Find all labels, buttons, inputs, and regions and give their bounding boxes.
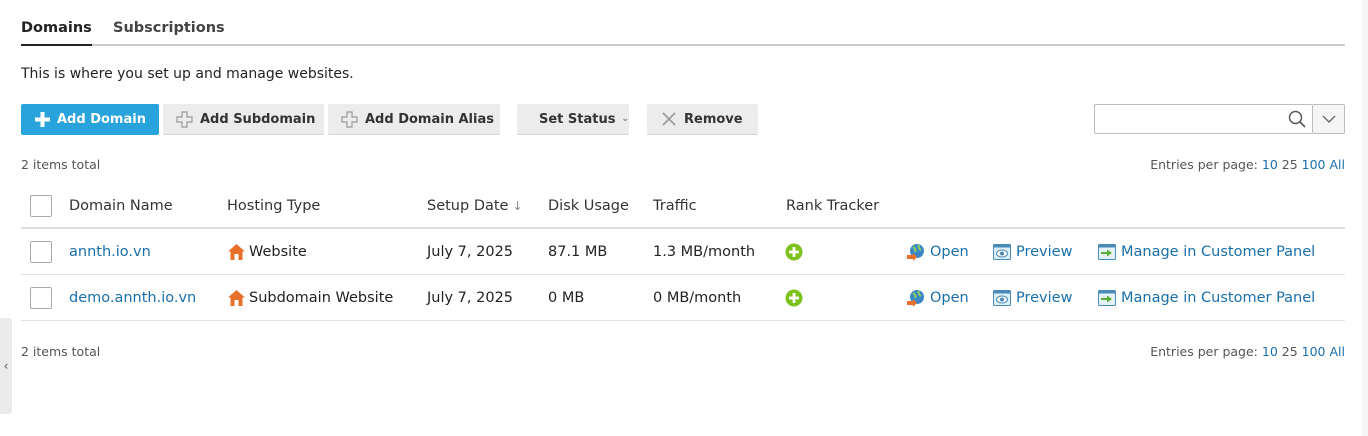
globe-arrow-icon	[907, 243, 924, 261]
add-domain-label: Add Domain	[57, 112, 146, 127]
search-field[interactable]	[1094, 104, 1313, 134]
eye-icon	[993, 289, 1011, 306]
entries-option-100[interactable]: 100	[1302, 157, 1326, 172]
rank-tracker-cell	[785, 275, 803, 320]
column-traffic[interactable]: Traffic	[653, 184, 697, 227]
entries-option-25[interactable]: 25	[1282, 344, 1298, 359]
plus-circle-icon[interactable]	[785, 243, 803, 261]
entries-option-all[interactable]: All	[1330, 344, 1346, 359]
hosting-type-cell: Subdomain Website	[227, 275, 393, 320]
tab-domains[interactable]: Domains	[21, 20, 92, 46]
traffic-cell: 0 MB/month	[653, 289, 742, 306]
entries-label: Entries per page:	[1150, 344, 1258, 359]
set-status-button[interactable]: Set Status ⌄	[517, 104, 629, 135]
hosting-type-label: Subdomain Website	[249, 289, 394, 306]
sort-arrow-icon: ↓	[512, 198, 523, 213]
remove-button[interactable]: Remove	[647, 104, 758, 135]
row-checkbox[interactable]	[30, 240, 52, 263]
setup-date-cell: July 7, 2025	[427, 289, 514, 306]
domain-link[interactable]: demo.annth.io.vn	[69, 275, 196, 320]
domains-table: Domain Name Hosting Type Setup Date ↓ Di…	[21, 184, 1345, 321]
search-options-toggle[interactable]	[1313, 104, 1345, 134]
select-all-checkbox-cell	[30, 184, 52, 227]
home-icon	[228, 243, 245, 260]
setup-date-cell: July 7, 2025	[427, 243, 514, 260]
entries-per-page-bottom: Entries per page: 10 25 100 All	[1150, 344, 1345, 359]
open-link[interactable]: Open	[907, 229, 969, 274]
add-subdomain-label: Add Subdomain	[200, 111, 316, 127]
preview-label: Preview	[1016, 289, 1073, 306]
entries-option-all[interactable]: All	[1330, 157, 1346, 172]
entries-label: Entries per page:	[1150, 157, 1258, 172]
traffic-cell: 1.3 MB/month	[653, 243, 756, 260]
manage-in-customer-panel-link[interactable]: Manage in Customer Panel	[1098, 229, 1315, 274]
hosting-type-label: Website	[249, 243, 307, 260]
tab-subscriptions[interactable]: Subscriptions	[113, 20, 225, 46]
remove-label: Remove	[684, 111, 743, 127]
tab-bar: Domains Subscriptions	[21, 18, 1345, 46]
table-row: annth.io.vn Website July 7, 2025 87.1 MB…	[21, 229, 1345, 275]
column-setup-date-label: Setup Date	[427, 197, 509, 214]
preview-label: Preview	[1016, 243, 1073, 260]
manage-in-customer-panel-link[interactable]: Manage in Customer Panel	[1098, 275, 1315, 320]
table-row: demo.annth.io.vn Subdomain Website July …	[21, 275, 1345, 321]
domain-link[interactable]: annth.io.vn	[69, 229, 151, 274]
items-total: 2 items total	[21, 157, 101, 172]
add-subdomain-button[interactable]: Add Subdomain	[163, 104, 324, 135]
disk-usage-cell: 87.1 MB	[548, 243, 608, 260]
add-domain-alias-label: Add Domain Alias	[365, 111, 494, 127]
preview-link[interactable]: Preview	[993, 275, 1072, 320]
panel-arrow-icon	[1098, 243, 1116, 260]
preview-link[interactable]: Preview	[993, 229, 1072, 274]
sidebar-collapse-handle[interactable]: ‹	[0, 318, 12, 414]
plus-outline-icon	[341, 110, 358, 128]
rank-tracker-cell	[785, 229, 803, 274]
close-icon	[661, 111, 677, 127]
chevron-down-icon	[1322, 115, 1335, 123]
home-icon	[228, 289, 245, 306]
open-link[interactable]: Open	[907, 275, 969, 320]
add-domain-alias-button[interactable]: Add Domain Alias	[328, 104, 500, 135]
entries-per-page: Entries per page: 10 25 100 All	[1150, 157, 1345, 172]
hosting-type-cell: Website	[227, 229, 307, 274]
entries-option-10[interactable]: 10	[1262, 344, 1278, 359]
manage-label: Manage in Customer Panel	[1121, 289, 1316, 306]
items-total-bottom: 2 items total	[21, 344, 101, 359]
panel-arrow-icon	[1098, 289, 1116, 306]
plus-icon	[35, 112, 50, 127]
search-icon[interactable]	[1288, 110, 1306, 132]
column-rank-tracker[interactable]: Rank Tracker	[786, 184, 879, 227]
table-header: Domain Name Hosting Type Setup Date ↓ Di…	[21, 184, 1345, 229]
search-input[interactable]	[1095, 105, 1275, 133]
column-setup-date[interactable]: Setup Date ↓	[427, 184, 523, 227]
intro-text: This is where you set up and manage webs…	[21, 66, 354, 82]
entries-option-10[interactable]: 10	[1262, 157, 1278, 172]
row-checkbox[interactable]	[30, 286, 52, 309]
open-label: Open	[930, 243, 969, 260]
manage-label: Manage in Customer Panel	[1121, 243, 1316, 260]
add-domain-button[interactable]: Add Domain	[21, 104, 159, 135]
entries-option-25[interactable]: 25	[1282, 157, 1298, 172]
scrollbar[interactable]	[1362, 0, 1368, 436]
column-domain-name[interactable]: Domain Name	[69, 184, 173, 227]
globe-arrow-icon	[907, 289, 924, 307]
plus-circle-icon[interactable]	[785, 289, 803, 307]
set-status-label: Set Status	[539, 111, 616, 127]
column-disk-usage[interactable]: Disk Usage	[548, 184, 629, 227]
select-all-checkbox[interactable]	[30, 194, 52, 217]
column-hosting-type[interactable]: Hosting Type	[227, 184, 320, 227]
chevron-down-icon: ⌄	[621, 114, 630, 124]
plus-outline-icon	[176, 110, 193, 128]
chevron-left-icon: ‹	[3, 359, 9, 373]
disk-usage-cell: 0 MB	[548, 289, 585, 306]
open-label: Open	[930, 289, 969, 306]
entries-option-100[interactable]: 100	[1302, 344, 1326, 359]
eye-icon	[993, 243, 1011, 260]
